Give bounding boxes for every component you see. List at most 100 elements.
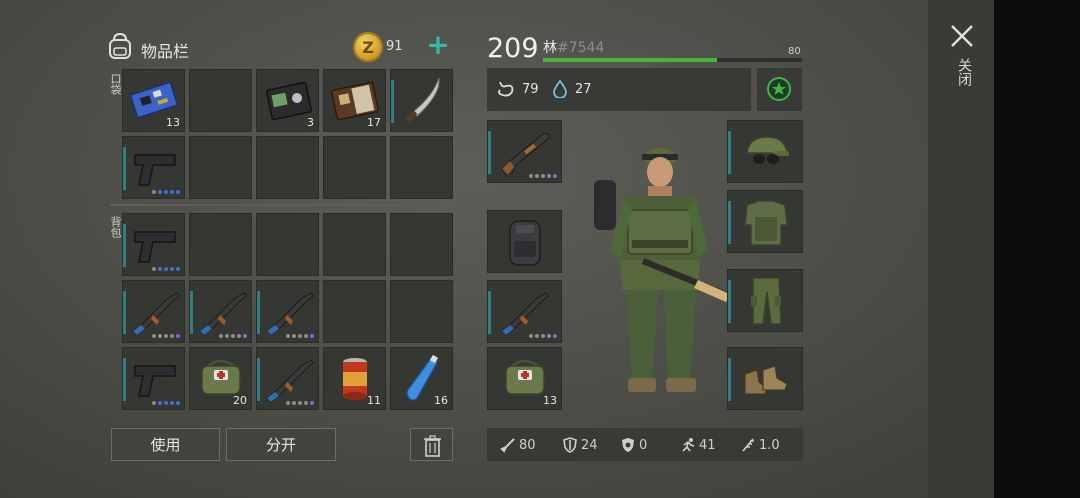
xp-max: 80 <box>788 46 801 57</box>
attack-stat: 80 <box>500 437 536 453</box>
player-name-line: 林#7544 <box>543 37 604 57</box>
pocket-slot-machete[interactable] <box>390 69 453 132</box>
tactical-backpack-icon <box>509 220 541 266</box>
backpack-slot-ak-rifle[interactable] <box>189 280 252 343</box>
backpack-slot-ak-rifle[interactable] <box>122 280 185 343</box>
split-button[interactable]: 分开 <box>226 428 336 461</box>
player-character <box>594 148 730 392</box>
backpack-slot-food-can[interactable]: 11 <box>323 347 386 410</box>
backpack-slot-water-bottle[interactable]: 16 <box>390 347 453 410</box>
screen-edge <box>994 0 1080 498</box>
weight-feather-icon <box>742 438 754 452</box>
pistol-icon <box>134 365 176 397</box>
rarity-dots <box>529 334 557 338</box>
backpack-label: 背包 <box>109 216 122 238</box>
pocket-slot-empty[interactable] <box>256 136 319 199</box>
gear-slot-body-armor[interactable] <box>727 190 803 253</box>
body-armor-icon <box>744 200 788 246</box>
camo-pants-icon <box>751 277 782 325</box>
player-level: 209 <box>487 33 539 64</box>
armor-stat: 24 <box>562 437 598 453</box>
running-icon <box>682 438 695 452</box>
rarity-dots <box>219 334 247 338</box>
backpack-slot-ak-rifle[interactable] <box>256 280 319 343</box>
weapon-slot-ak-rifle[interactable] <box>487 280 562 343</box>
backpack-slot-ak-rifle[interactable] <box>256 347 319 410</box>
backpack-slot-pistol[interactable] <box>122 213 185 276</box>
boots-icon <box>744 365 788 395</box>
armor-value: 24 <box>581 437 598 453</box>
item-quantity: 13 <box>166 116 180 129</box>
add-coins-button[interactable]: + <box>426 31 450 59</box>
trash-button[interactable] <box>410 428 453 461</box>
pocket-slot-notebook[interactable]: 17 <box>323 69 386 132</box>
attack-value: 80 <box>519 437 536 453</box>
shield-icon <box>563 437 577 453</box>
star-icon <box>767 77 791 101</box>
protection-stat: 0 <box>620 437 647 453</box>
pistol-icon <box>134 231 176 263</box>
backpack-slot-medkit-bag[interactable]: 20 <box>189 347 252 410</box>
shotgun-icon <box>501 132 551 176</box>
player-name: 林 <box>543 40 557 56</box>
weight-stat: 1.0 <box>740 437 780 453</box>
ak-rifle-icon <box>266 359 314 403</box>
pocket-label: 口袋 <box>109 73 122 95</box>
close-label[interactable]: 关闭 <box>952 58 972 86</box>
cap-with-goggles-icon <box>746 136 789 164</box>
rarity-dots <box>152 334 180 338</box>
ak-rifle-icon <box>132 292 180 336</box>
pocket-slot-empty[interactable] <box>390 136 453 199</box>
thirst-value: 27 <box>575 82 592 97</box>
backpack-slot-pistol[interactable] <box>122 347 185 410</box>
backpack-slot-empty[interactable] <box>390 280 453 343</box>
backpack-slot-empty[interactable] <box>323 213 386 276</box>
speed-stat: 41 <box>680 437 716 453</box>
backpack-slot-empty[interactable] <box>189 213 252 276</box>
weapon-slot-shotgun[interactable] <box>487 120 562 183</box>
inventory-title: 物品栏 <box>141 42 190 61</box>
machete-icon <box>405 77 440 123</box>
protection-value: 0 <box>639 437 648 453</box>
item-quantity: 13 <box>543 394 557 407</box>
section-divider <box>110 204 454 206</box>
rarity-dots <box>286 401 314 405</box>
gear-slot-headwear[interactable] <box>727 120 803 183</box>
pocket-slot-empty[interactable] <box>189 69 252 132</box>
pocket-slot-circuit-board[interactable]: 13 <box>122 69 185 132</box>
favorite-button[interactable] <box>757 68 802 111</box>
coin-count: 91 <box>386 39 403 54</box>
rarity-dots <box>529 174 557 178</box>
pocket-slot-id-wallet[interactable]: 3 <box>256 69 319 132</box>
rarity-dots <box>152 401 180 405</box>
xp-bar-fill <box>543 58 717 62</box>
weight-value: 1.0 <box>759 437 780 453</box>
gear-slot-boots[interactable] <box>727 347 803 410</box>
pocket-slot-pistol[interactable] <box>122 136 185 199</box>
item-quantity: 17 <box>367 116 381 129</box>
weapon-slot-backpack[interactable] <box>487 210 562 273</box>
rarity-dots <box>152 267 180 271</box>
speed-value: 41 <box>699 437 716 453</box>
weapon-slot-medkit-bag[interactable]: 13 <box>487 347 562 410</box>
use-button[interactable]: 使用 <box>111 428 220 461</box>
gear-slot-pants[interactable] <box>727 269 803 332</box>
item-quantity: 20 <box>233 394 247 407</box>
pocket-slot-empty[interactable] <box>323 136 386 199</box>
water-drop-icon <box>553 80 567 98</box>
ak-rifle-icon <box>199 292 247 336</box>
ak-rifle-icon <box>266 292 314 336</box>
pocket-slot-empty[interactable] <box>189 136 252 199</box>
pistol-icon <box>134 154 176 186</box>
backpack-slot-empty[interactable] <box>390 213 453 276</box>
backpack-slot-empty[interactable] <box>256 213 319 276</box>
item-quantity: 11 <box>367 394 381 407</box>
sword-icon <box>500 438 515 453</box>
stomach-icon <box>498 81 514 97</box>
ak-rifle-icon <box>501 292 549 336</box>
backpack-slot-empty[interactable] <box>323 280 386 343</box>
coin-icon: Z <box>353 32 383 62</box>
close-icon[interactable] <box>948 22 976 50</box>
hazard-shield-icon <box>622 438 634 452</box>
item-quantity: 16 <box>434 394 448 407</box>
